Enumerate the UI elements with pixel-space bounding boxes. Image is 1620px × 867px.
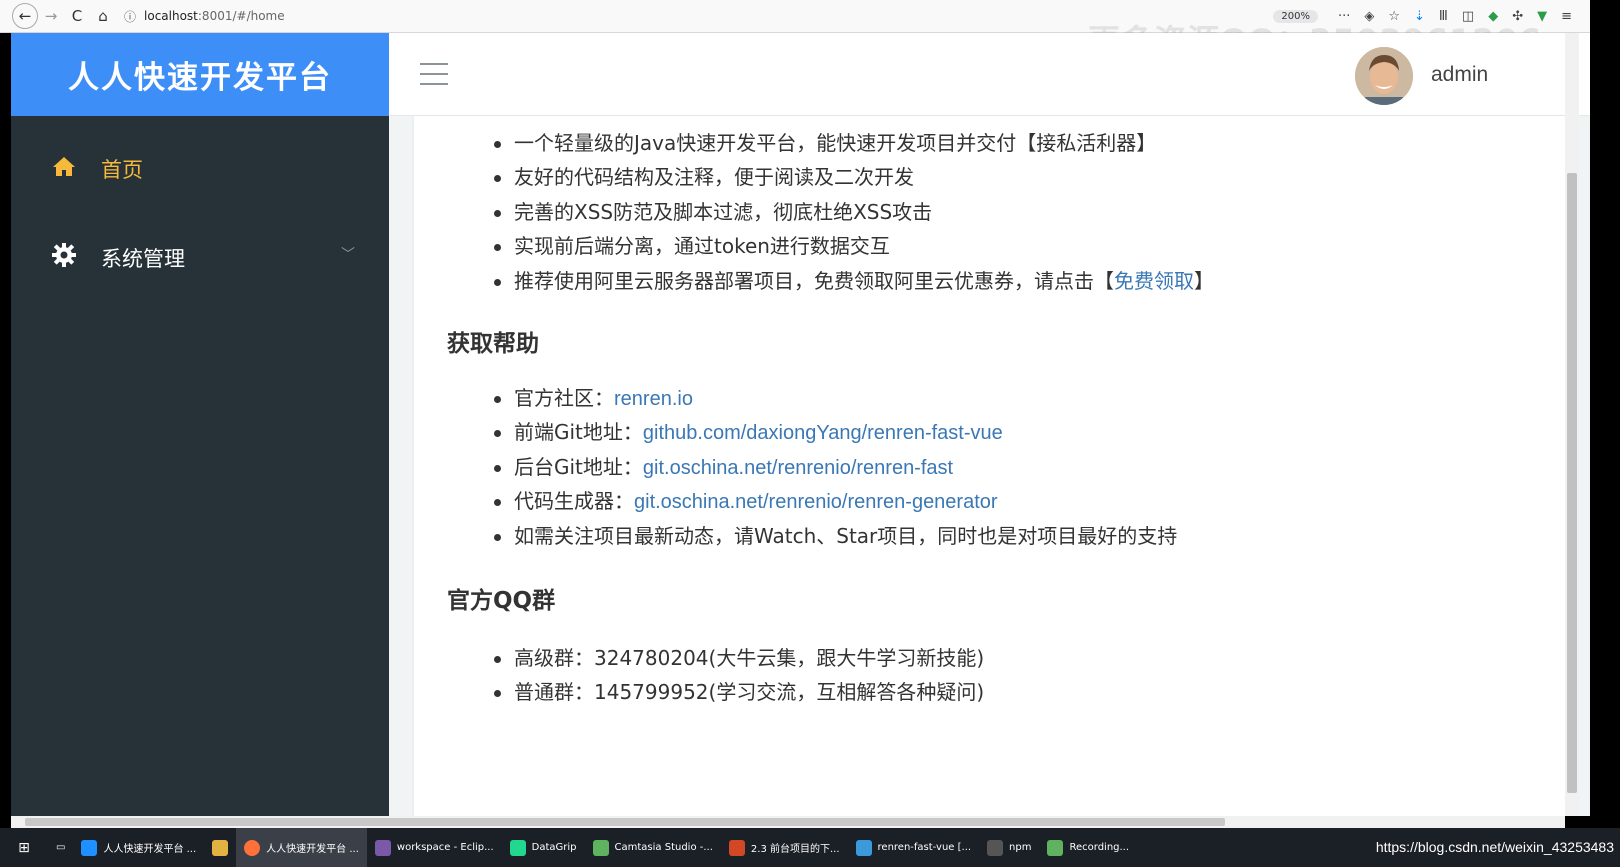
taskbar-label: DataGrip	[531, 842, 577, 853]
app: 人人快速开发平台 首页 系统管理 ﹀ admin 一个轻量级的Java快速开发平…	[11, 33, 1590, 816]
scroll-thumb[interactable]	[25, 818, 1225, 826]
info-icon: ⓘ	[124, 9, 137, 24]
item-label: 如需关注项目最新动态，请Watch、Star项目，同时也是对项目最好的支持	[514, 523, 1178, 548]
vscode-icon	[855, 839, 872, 856]
sidebar-item-label: 首页	[101, 158, 143, 182]
item-label: 代码生成器：	[514, 489, 634, 514]
main-content-card: 一个轻量级的Java快速开发平台，能快速开发项目并交付【接私活利器】 友好的代码…	[414, 116, 1574, 816]
item-label: 前端Git地址：	[514, 420, 643, 445]
taskbar-item-camtasia[interactable]: Camtasia Studio -...	[585, 828, 721, 867]
os-taskbar: ⊞ ▭ 人人快速开发平台 ... 人人快速开发平台 ... workspace …	[0, 828, 1620, 867]
taskbar-item-eclipse[interactable]: workspace - Eclip...	[367, 828, 502, 867]
list-item: 高级群：324780204(大牛云集，跟大牛学习新技能)	[494, 641, 984, 675]
powerpoint-icon	[728, 839, 745, 856]
taskbar-label: 人人快速开发平台 ...	[103, 844, 197, 855]
firefox-icon	[244, 839, 261, 856]
brand-title[interactable]: 人人快速开发平台	[11, 33, 389, 116]
reload-icon[interactable]: C	[64, 3, 90, 29]
taskbar-label: npm	[1009, 842, 1032, 853]
taskbar-item-vscode[interactable]: renren-fast-vue [...	[848, 828, 980, 867]
taskbar-label: renren-fast-vue [...	[877, 842, 972, 853]
taskbar-item-edge[interactable]: 人人快速开发平台 ...	[73, 828, 204, 867]
screen: ← → C ⌂ ⓘ localhost:8001/#/home 200% ···…	[0, 0, 1620, 867]
frontend-git-link[interactable]: github.com/daxiongYang/renren-fast-vue	[643, 422, 1003, 444]
backend-git-link[interactable]: git.oschina.net/renrenio/renren-fast	[643, 457, 953, 479]
sidebar-item-system[interactable]: 系统管理 ﹀	[11, 230, 389, 286]
list-item: 完善的XSS防范及脚本过滤，彻底杜绝XSS攻击	[494, 195, 1214, 229]
list-item: 友好的代码结构及注释，便于阅读及二次开发	[494, 160, 1214, 194]
top-navbar: admin	[389, 33, 1590, 116]
taskbar-label: 人人快速开发平台 ...	[266, 844, 359, 855]
windows-start-icon[interactable]: ⊞	[0, 828, 48, 867]
item-text: 推荐使用阿里云服务器部署项目，免费领取阿里云优惠券，请点击【	[514, 268, 1114, 293]
taskbar-item-firefox[interactable]: 人人快速开发平台 ...	[236, 828, 367, 867]
sidebar: 首页 系统管理 ﹀	[11, 116, 389, 816]
csdn-watermark: https://blog.csdn.net/weixin_43253483	[1375, 839, 1614, 855]
terminal-icon	[987, 839, 1004, 856]
gear-icon	[51, 242, 77, 274]
edge-icon	[81, 839, 98, 856]
list-item: 代码生成器：git.oschina.net/renrenio/renren-ge…	[494, 484, 1177, 518]
list-item: 如需关注项目最新动态，请Watch、Star项目，同时也是对项目最好的支持	[494, 519, 1177, 553]
free-coupon-link[interactable]: 免费领取	[1114, 269, 1194, 293]
list-item: 官方社区：renren.io	[494, 381, 1177, 415]
vertical-scrollbar[interactable]	[1565, 33, 1579, 816]
item-text: 】	[1194, 268, 1214, 293]
taskbar-item-npm[interactable]: npm	[979, 828, 1039, 867]
item-label: 后台Git地址：	[514, 454, 643, 479]
section-title-qq: 官方QQ群	[447, 588, 556, 614]
feature-list: 一个轻量级的Java快速开发平台，能快速开发项目并交付【接私活利器】 友好的代码…	[494, 126, 1214, 298]
scroll-thumb[interactable]	[1567, 173, 1577, 793]
taskbar-item-explorer[interactable]	[204, 828, 236, 867]
sidebar-item-label: 系统管理	[101, 247, 185, 271]
community-link[interactable]: renren.io	[614, 388, 693, 410]
username[interactable]: admin	[1431, 63, 1488, 87]
url-host: localhost	[144, 9, 198, 23]
taskbar-label: workspace - Eclip...	[396, 842, 494, 853]
taskbar-label: 2.3 前台项目的下...	[750, 844, 840, 855]
datagrip-icon	[509, 839, 526, 856]
folder-icon	[212, 839, 229, 856]
list-item: 普通群：145799952(学习交流，互相解答各种疑问)	[494, 675, 984, 709]
camtasia-icon	[592, 839, 609, 856]
sidebar-item-home[interactable]: 首页	[11, 141, 389, 197]
section-title-help: 获取帮助	[447, 331, 539, 357]
url-text: localhost:8001/#/home	[144, 9, 285, 23]
taskbar-item-recording[interactable]: Recording...	[1039, 828, 1137, 867]
chevron-down-icon: ﹀	[341, 247, 355, 263]
eclipse-icon	[374, 839, 391, 856]
home-browser-icon[interactable]: ⌂	[90, 3, 116, 29]
help-list: 官方社区：renren.io 前端Git地址：github.com/daxion…	[494, 381, 1177, 553]
taskbar-label: Recording...	[1069, 842, 1130, 853]
task-view-icon[interactable]: ▭	[48, 828, 73, 867]
taskbar-item-datagrip[interactable]: DataGrip	[502, 828, 585, 867]
forward-arrow-icon[interactable]: →	[38, 3, 64, 29]
list-item: 实现前后端分离，通过token进行数据交互	[494, 229, 1214, 263]
generator-git-link[interactable]: git.oschina.net/renrenio/renren-generato…	[634, 491, 998, 513]
list-item: 推荐使用阿里云服务器部署项目，免费领取阿里云优惠券，请点击【免费领取】	[494, 264, 1214, 298]
list-item: 前端Git地址：github.com/daxiongYang/renren-fa…	[494, 415, 1177, 449]
url-path: :8001/#/home	[197, 9, 285, 23]
taskbar-item-powerpoint[interactable]: 2.3 前台项目的下...	[721, 828, 848, 867]
list-item: 一个轻量级的Java快速开发平台，能快速开发项目并交付【接私活利器】	[494, 126, 1214, 160]
recording-icon	[1047, 839, 1064, 856]
menu-icon[interactable]: ≡	[1561, 9, 1572, 24]
list-item: 后台Git地址：git.oschina.net/renrenio/renren-…	[494, 450, 1177, 484]
avatar[interactable]	[1355, 47, 1413, 105]
hamburger-menu-icon[interactable]	[420, 63, 448, 85]
horizontal-scrollbar[interactable]	[11, 816, 1565, 828]
back-arrow-icon[interactable]: ←	[12, 3, 38, 29]
home-icon	[51, 155, 77, 183]
taskbar-label: Camtasia Studio -...	[614, 842, 713, 853]
item-label: 官方社区：	[514, 386, 614, 410]
qq-list: 高级群：324780204(大牛云集，跟大牛学习新技能) 普通群：1457999…	[494, 641, 984, 710]
